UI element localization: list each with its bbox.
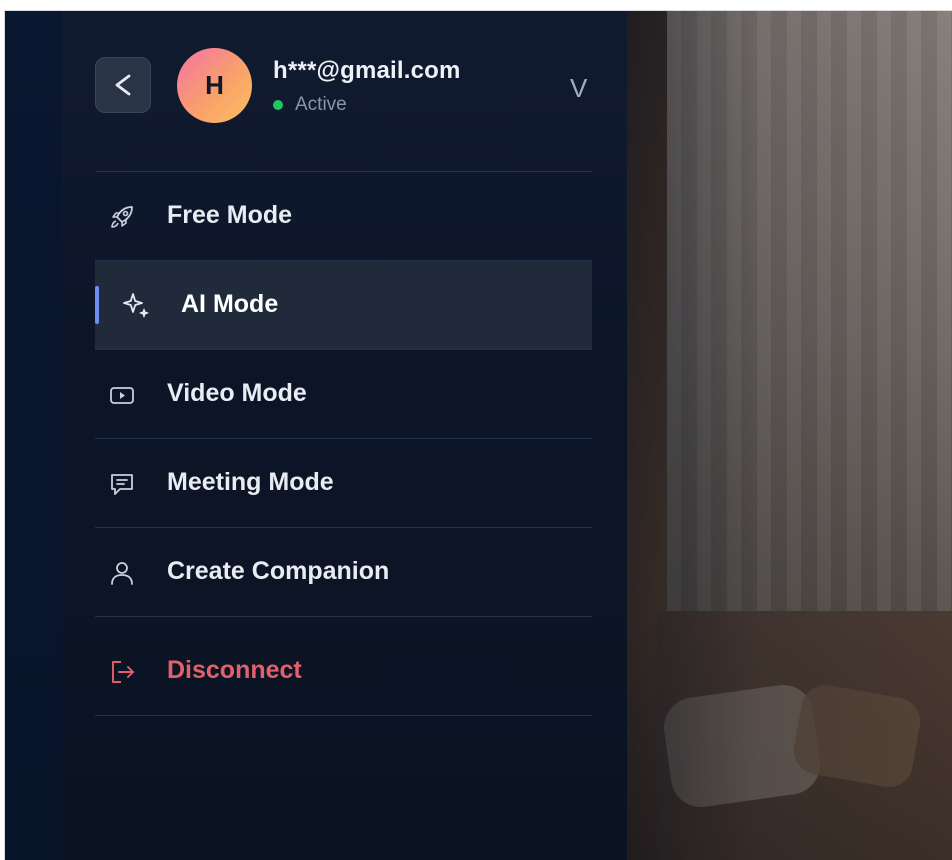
- background-photo: [627, 11, 952, 860]
- rocket-icon: [111, 206, 133, 228]
- chevron-left-icon: [115, 74, 131, 96]
- menu-item-label: AI Mode: [181, 290, 279, 318]
- menu-item-label: Create Companion: [167, 557, 390, 585]
- avatar-initial: H: [205, 70, 224, 100]
- menu-item-label: Video Mode: [167, 379, 307, 407]
- menu-item-create-companion[interactable]: Create Companion: [95, 528, 592, 616]
- menu-item-free-mode[interactable]: Free Mode: [95, 172, 592, 260]
- active-indicator: [95, 286, 99, 324]
- account-expand-toggle[interactable]: V: [570, 73, 587, 104]
- app-window: H h***@gmail.com Active V Free Mode AI M…: [4, 10, 952, 860]
- status-dot-icon: [273, 100, 283, 110]
- sparkles-icon: [123, 293, 149, 318]
- menu-item-label: Meeting Mode: [167, 468, 334, 496]
- menu-item-disconnect[interactable]: Disconnect: [95, 627, 592, 715]
- side-menu-panel: H h***@gmail.com Active V Free Mode AI M…: [62, 11, 627, 860]
- status-badge: Active: [273, 94, 347, 116]
- avatar: H: [177, 48, 252, 123]
- menu-item-meeting-mode[interactable]: Meeting Mode: [95, 439, 592, 527]
- status-text: Active: [295, 94, 347, 115]
- video-icon: [110, 387, 134, 404]
- divider: [95, 616, 592, 617]
- menu-item-label: Disconnect: [167, 656, 302, 684]
- back-button[interactable]: [95, 57, 151, 113]
- divider: [95, 715, 592, 716]
- account-email: h***@gmail.com: [273, 57, 461, 84]
- logout-icon: [112, 661, 134, 683]
- menu-item-ai-mode[interactable]: AI Mode: [95, 261, 592, 349]
- menu-item-video-mode[interactable]: Video Mode: [95, 350, 592, 438]
- left-rail: [5, 11, 62, 860]
- menu-item-label: Free Mode: [167, 201, 293, 229]
- chat-icon: [111, 474, 133, 495]
- user-icon: [111, 562, 133, 585]
